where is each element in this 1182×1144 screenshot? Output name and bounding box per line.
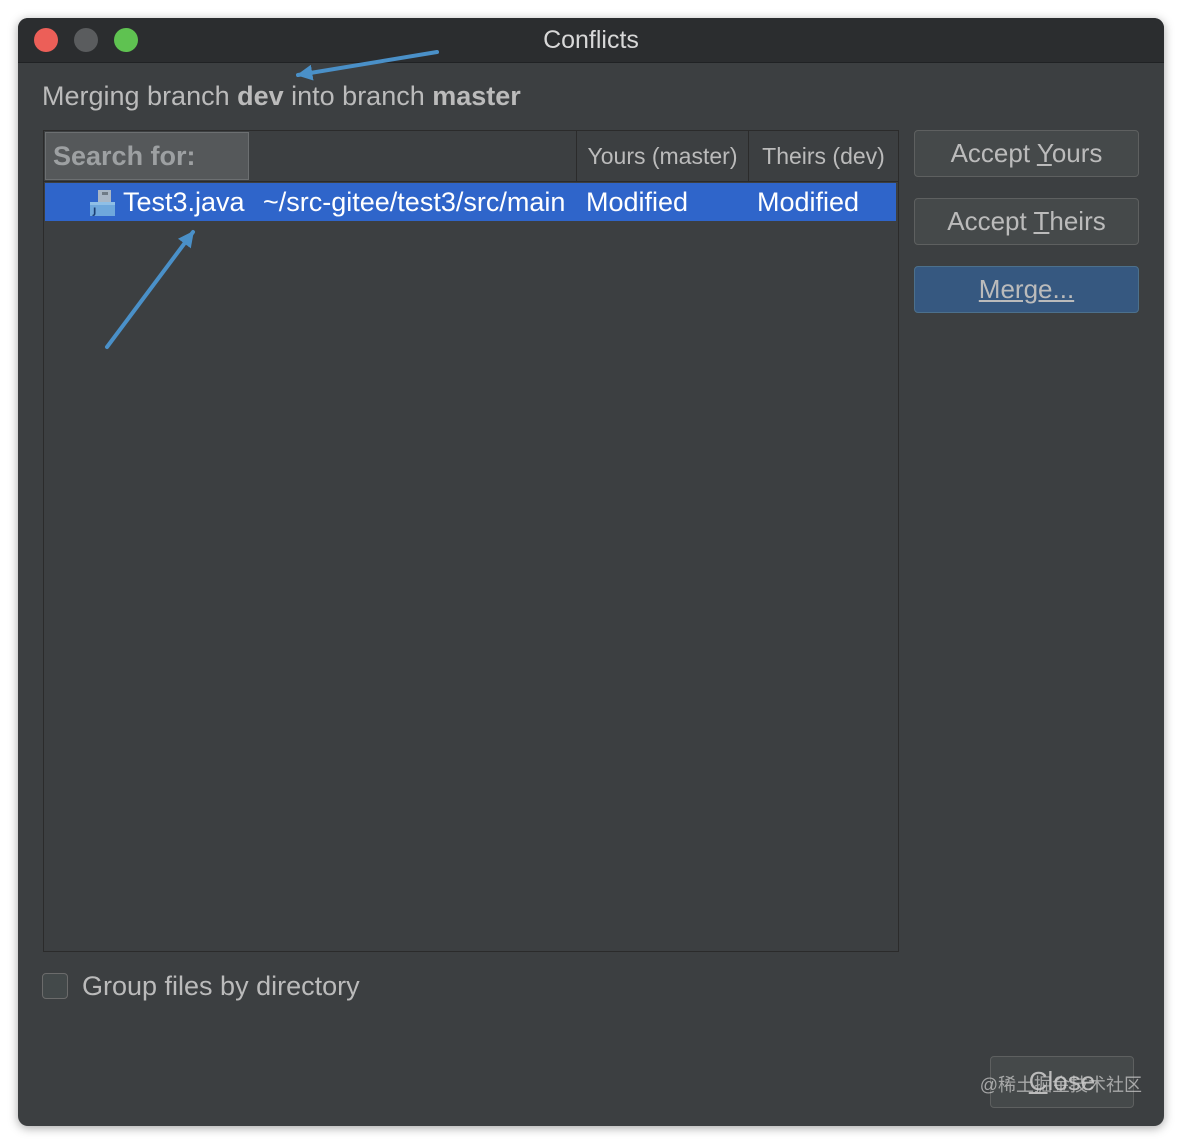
watermark: @稀土掘金技术社区	[979, 1075, 1142, 1095]
column-header-yours[interactable]: Yours (master)	[577, 131, 749, 181]
target-branch: master	[432, 81, 521, 111]
java-file-icon: J	[90, 190, 115, 217]
column-header-theirs[interactable]: Theirs (dev)	[749, 131, 898, 181]
button-text: ours	[1051, 138, 1103, 168]
mnemonic: M	[978, 274, 1001, 304]
merge-prefix: Merging branch	[42, 81, 238, 111]
mnemonic: T	[1033, 206, 1050, 236]
file-name: Test3.java	[123, 187, 245, 217]
svg-text:J: J	[92, 207, 96, 217]
column-header-name[interactable]	[251, 131, 577, 181]
search-field[interactable]: Search for:	[45, 132, 249, 180]
button-text: Accept	[950, 138, 1037, 168]
button-text: heirs	[1049, 206, 1106, 236]
table-row[interactable]: J Test3.java ~/src-gitee/test3/src/main …	[45, 183, 896, 221]
accept-theirs-button[interactable]: Accept Theirs	[914, 198, 1139, 245]
group-by-directory-label[interactable]: Group files by directory	[82, 968, 360, 1004]
merge-button[interactable]: Merge...	[914, 266, 1139, 313]
file-path: ~/src-gitee/test3/src/main	[263, 187, 566, 217]
mnemonic: Y	[1036, 138, 1052, 168]
merge-middle: into branch	[283, 81, 433, 111]
accept-yours-button[interactable]: Accept Yours	[914, 130, 1139, 177]
merge-description: Merging branch dev into branch master	[42, 76, 521, 116]
title-bar[interactable]: Conflicts	[18, 18, 1164, 63]
theirs-status: Modified	[757, 187, 860, 217]
conflicts-table[interactable]: Search for: Yours (master) Theirs (dev) …	[43, 130, 899, 952]
button-text: Accept	[947, 206, 1034, 236]
yours-status: Modified	[586, 187, 689, 217]
button-text: erge...	[1000, 274, 1075, 304]
window-title: Conflicts	[543, 26, 639, 54]
table-header: Search for: Yours (master) Theirs (dev)	[44, 131, 898, 182]
source-branch: dev	[237, 81, 284, 111]
group-by-directory-checkbox[interactable]	[42, 973, 68, 999]
conflicts-dialog: Conflicts Merging branch dev into branch…	[18, 18, 1164, 1126]
